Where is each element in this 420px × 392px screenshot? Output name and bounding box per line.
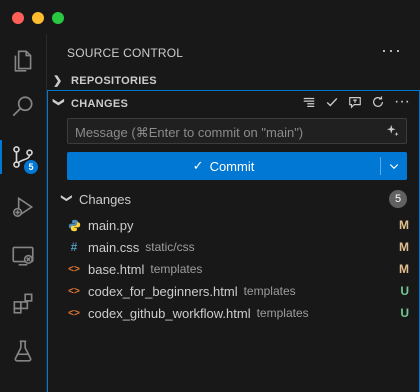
file-status-badge: U — [400, 306, 409, 320]
title-bar — [0, 0, 420, 34]
file-directory: static/css — [145, 240, 195, 254]
panel-title: SOURCE CONTROL — [67, 46, 184, 60]
chevron-down-icon — [389, 164, 399, 170]
html-icon: <> — [68, 263, 80, 275]
file-status-badge: U — [400, 284, 409, 298]
file-name: codex_github_workflow.html — [88, 305, 251, 321]
file-status-badge: M — [399, 262, 409, 276]
changes-count-badge: 5 — [389, 190, 407, 208]
changed-file-item[interactable]: <> codex_github_workflow.html templates U — [67, 302, 411, 324]
changed-file-item[interactable]: # main.css static/css M — [67, 236, 411, 258]
file-status-badge: M — [399, 218, 409, 232]
file-name: main.css — [88, 239, 140, 255]
changes-label: CHANGES — [71, 97, 129, 110]
view-as-tree-icon[interactable] — [302, 95, 316, 109]
refresh-icon[interactable] — [371, 95, 385, 109]
run-debug-button[interactable] — [0, 184, 46, 230]
file-name: codex_for_beginners.html — [88, 283, 238, 299]
testing-button[interactable] — [0, 328, 46, 374]
changed-file-item[interactable]: main.py M — [67, 214, 411, 236]
commit-message-input[interactable] — [68, 119, 377, 145]
file-name: main.py — [88, 217, 134, 233]
extensions-icon — [13, 293, 33, 314]
generate-commit-message-icon[interactable] — [348, 95, 362, 109]
activity-bar: 5 — [0, 34, 47, 392]
changes-toolbar: ··· — [302, 94, 410, 110]
chevron-down-icon: ❯ — [60, 193, 73, 203]
minimize-window-button[interactable] — [32, 12, 44, 24]
explorer-button[interactable] — [0, 38, 46, 84]
panel-more-actions[interactable]: ··· — [381, 40, 402, 61]
commit-button-group: ✓ Commit — [67, 152, 407, 180]
file-directory: templates — [256, 306, 309, 320]
file-status-badge: M — [399, 240, 409, 254]
source-control-button[interactable]: 5 — [0, 134, 46, 180]
commit-dropdown-button[interactable] — [381, 152, 407, 180]
repositories-label: REPOSITORIES — [71, 74, 157, 87]
flask-icon — [14, 340, 32, 362]
html-icon: <> — [68, 285, 80, 297]
zoom-window-button[interactable] — [52, 12, 64, 24]
python-icon — [67, 219, 81, 232]
files-icon — [14, 50, 32, 72]
file-name: base.html — [88, 261, 145, 277]
changed-file-item[interactable]: <> base.html templates M — [67, 258, 411, 280]
run-debug-icon — [12, 196, 34, 218]
commit-check-icon[interactable] — [325, 95, 339, 109]
chevron-down-icon: ❯ — [52, 97, 65, 108]
commit-message-box — [67, 118, 407, 145]
remote-explorer-icon — [12, 246, 34, 266]
changed-file-item[interactable]: <> codex_for_beginners.html templates U — [67, 280, 411, 302]
search-icon — [12, 96, 33, 117]
source-control-panel: SOURCE CONTROL ··· ❯ REPOSITORIES ❯ CHAN… — [47, 34, 420, 392]
search-button[interactable] — [0, 84, 46, 130]
vscode-window: 5 SOURCE CONTROL ··· ❯ REPOSITORIES ❯ CH… — [0, 0, 420, 392]
file-directory: templates — [243, 284, 296, 298]
html-icon: <> — [68, 307, 80, 319]
changes-section-header[interactable]: ❯ CHANGES — [53, 97, 128, 110]
commit-button-label: Commit — [209, 158, 255, 174]
commit-button[interactable]: ✓ Commit — [67, 152, 380, 180]
changes-group-label: Changes — [79, 191, 132, 207]
changes-group-header[interactable]: ❯ Changes 5 — [61, 189, 411, 209]
changes-more-actions[interactable]: ··· — [394, 94, 410, 110]
sparkle-icon[interactable] — [386, 124, 400, 138]
check-icon: ✓ — [192, 158, 204, 173]
chevron-right-icon: ❯ — [53, 75, 63, 87]
extensions-button[interactable] — [0, 280, 46, 326]
css-hash-icon: # — [70, 240, 78, 254]
remote-explorer-button[interactable] — [0, 232, 46, 278]
file-directory: templates — [150, 262, 203, 276]
close-window-button[interactable] — [12, 12, 24, 24]
scm-badge: 5 — [24, 160, 38, 174]
repositories-section-header[interactable]: ❯ REPOSITORIES — [53, 74, 157, 88]
